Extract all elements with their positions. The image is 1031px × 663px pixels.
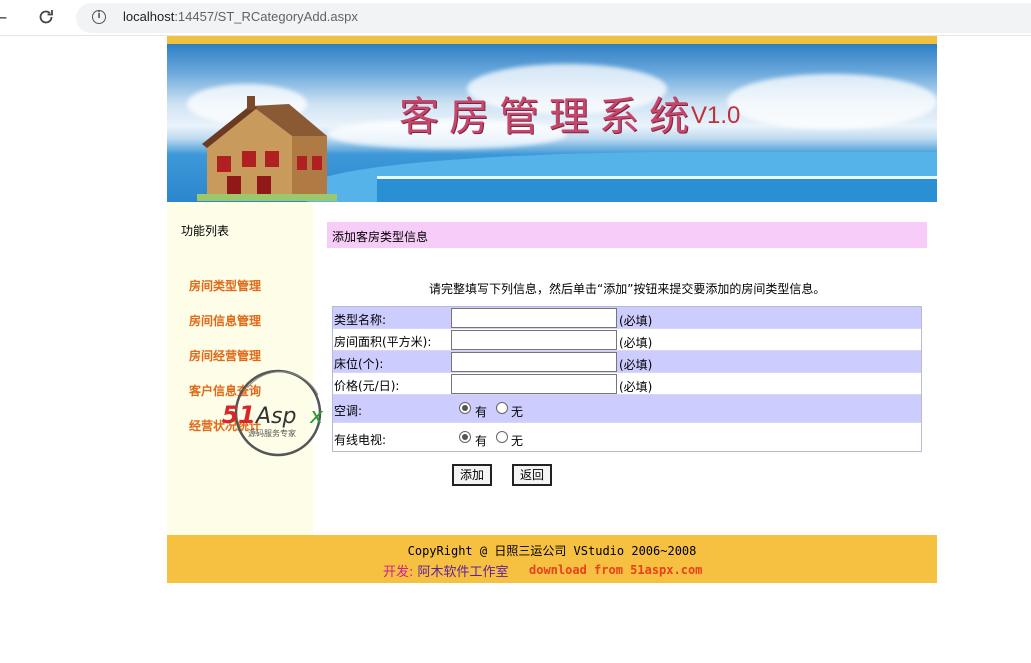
aircon-no-radio[interactable] bbox=[496, 402, 508, 414]
browser-toolbar: ← i localhost:14457/ST_RCategoryAdd.aspx bbox=[0, 0, 1031, 36]
copyright-text: CopyRight @ 日照三运公司 VStudio 2006~2008 bbox=[407, 544, 697, 558]
banner-version: V1.0 bbox=[691, 102, 741, 129]
reload-icon[interactable] bbox=[36, 7, 56, 27]
form-row: 价格(元/日): (必填) bbox=[333, 373, 921, 395]
watermark-text: 51 bbox=[222, 401, 255, 429]
sidebar-title: 功能列表 bbox=[181, 224, 230, 238]
top-strip bbox=[167, 36, 937, 44]
required-note: (必填) bbox=[619, 336, 653, 350]
field-label: 类型名称: bbox=[334, 313, 387, 327]
back-arrow-icon[interactable]: ← bbox=[0, 8, 8, 27]
developer-credit: 开发: 阿木软件工作室 bbox=[383, 561, 509, 580]
watermark-logo: 51 Asp x 源码服务专家 bbox=[222, 369, 324, 457]
developer-label: 开发: bbox=[383, 565, 414, 580]
tv-yes-radio[interactable] bbox=[459, 431, 471, 443]
back-button[interactable]: 返回 bbox=[512, 464, 553, 486]
svg-text:Asp: Asp bbox=[254, 404, 296, 429]
radio-label: 无 bbox=[511, 405, 524, 419]
required-note: (必填) bbox=[619, 380, 653, 394]
footer: CopyRight @ 日照三运公司 VStudio 2006~2008 开发:… bbox=[167, 535, 937, 583]
url-path: :14457/ST_RCategoryAdd.aspx bbox=[174, 9, 358, 24]
developer-studio: 阿木软件工作室 bbox=[417, 565, 509, 580]
room-type-form: 类型名称: (必填) 房间面积(平方米): (必填) 床位(个): (必填) 价… bbox=[332, 306, 922, 452]
tv-no-radio[interactable] bbox=[496, 431, 508, 443]
required-note: (必填) bbox=[619, 358, 653, 372]
intro-text: 请完整填写下列信息，然后单击“添加”按钮来提交要添加的房间类型信息。 bbox=[429, 282, 826, 296]
sidebar-item-room-operation[interactable]: 房间经营管理 bbox=[189, 347, 261, 364]
url-host: localhost bbox=[123, 9, 175, 24]
form-row: 空调: 有 无 bbox=[333, 395, 921, 423]
site-info-icon[interactable]: i bbox=[92, 10, 106, 24]
house-illustration bbox=[197, 96, 337, 201]
form-row: 房间面积(平方米): (必填) bbox=[333, 329, 921, 351]
main-panel: 添加客房类型信息 请完整填写下列信息，然后单击“添加”按钮来提交要添加的房间类型… bbox=[327, 202, 937, 535]
banner: 客房管理系统 V1.0 bbox=[167, 44, 937, 202]
field-label: 房间面积(平方米): bbox=[334, 335, 432, 349]
price-input[interactable] bbox=[451, 374, 617, 394]
bed-count-input[interactable] bbox=[451, 352, 617, 372]
wave-shape bbox=[377, 176, 937, 202]
download-credit: download from 51aspx.com bbox=[529, 563, 703, 577]
svg-text:x: x bbox=[309, 404, 324, 429]
url-text[interactable]: localhost:14457/ST_RCategoryAdd.aspx bbox=[123, 9, 358, 24]
radio-label: 有 bbox=[475, 405, 488, 419]
type-name-input[interactable] bbox=[451, 308, 617, 328]
section-title: 添加客房类型信息 bbox=[327, 222, 927, 248]
room-area-input[interactable] bbox=[451, 330, 617, 350]
form-row: 床位(个): (必填) bbox=[333, 351, 921, 373]
aircon-yes-radio[interactable] bbox=[459, 402, 471, 414]
required-note: (必填) bbox=[619, 314, 653, 328]
radio-label: 有 bbox=[475, 434, 488, 448]
sidebar-item-room-type[interactable]: 房间类型管理 bbox=[189, 277, 261, 294]
radio-label: 无 bbox=[511, 434, 524, 448]
sidebar-item-room-info[interactable]: 房间信息管理 bbox=[189, 312, 261, 329]
watermark-sub: 源码服务专家 bbox=[248, 428, 296, 438]
add-button[interactable]: 添加 bbox=[452, 464, 493, 486]
form-row: 类型名称: (必填) bbox=[333, 307, 921, 329]
form-row: 有线电视: 有 无 bbox=[333, 423, 921, 451]
banner-title: 客房管理系统 bbox=[399, 94, 699, 140]
